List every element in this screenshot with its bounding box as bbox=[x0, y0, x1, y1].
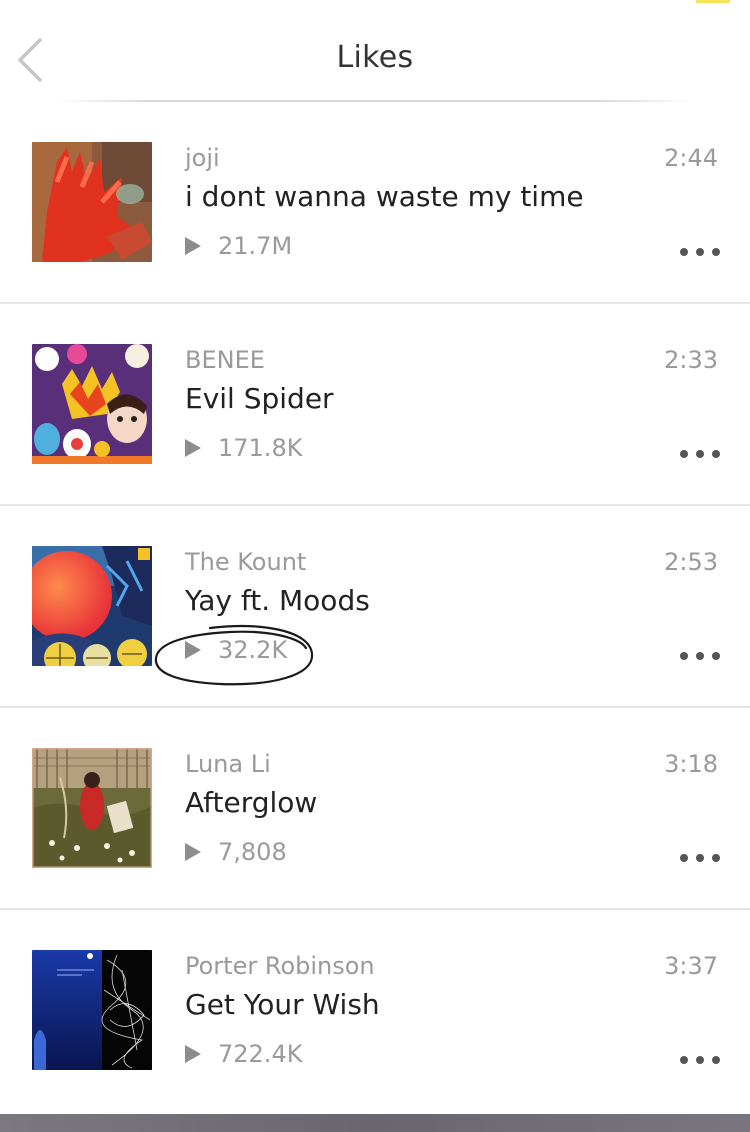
more-options-button[interactable] bbox=[680, 1050, 720, 1070]
track-artist[interactable]: joji bbox=[185, 144, 220, 172]
dot-icon bbox=[696, 854, 704, 862]
track-duration: 2:53 bbox=[664, 548, 718, 576]
track-title[interactable]: Get Your Wish bbox=[185, 988, 380, 1021]
play-icon bbox=[185, 439, 201, 457]
likes-screen: Likes joji i dont wanna waste my time 21… bbox=[0, 0, 750, 1132]
track-duration: 2:44 bbox=[664, 144, 718, 172]
dot-icon bbox=[680, 854, 688, 862]
dot-icon bbox=[696, 248, 704, 256]
dot-icon bbox=[680, 652, 688, 660]
field-portrait-artwork[interactable] bbox=[32, 748, 152, 868]
track-row[interactable]: Luna Li Afterglow 7,808 3:18 bbox=[0, 708, 750, 910]
track-duration: 3:18 bbox=[664, 750, 718, 778]
more-options-button[interactable] bbox=[680, 242, 720, 262]
play-count: 32.2K bbox=[185, 636, 287, 664]
play-count-value: 32.2K bbox=[218, 636, 288, 664]
dot-icon bbox=[680, 248, 688, 256]
track-title[interactable]: i dont wanna waste my time bbox=[185, 180, 584, 213]
play-icon bbox=[185, 237, 201, 255]
track-artist[interactable]: The Kount bbox=[185, 548, 306, 576]
play-count-value: 722.4K bbox=[218, 1040, 303, 1068]
dot-icon bbox=[712, 1056, 720, 1064]
track-title[interactable]: Yay ft. Moods bbox=[185, 584, 370, 617]
more-options-button[interactable] bbox=[680, 444, 720, 464]
more-options-button[interactable] bbox=[680, 646, 720, 666]
play-count-value: 7,808 bbox=[218, 838, 287, 866]
play-count-value: 21.7M bbox=[218, 232, 293, 260]
track-row[interactable]: The Kount Yay ft. Moods 32.2K 2:53 bbox=[0, 506, 750, 708]
track-title[interactable]: Afterglow bbox=[185, 786, 317, 819]
track-artist[interactable]: Porter Robinson bbox=[185, 952, 375, 980]
dot-icon bbox=[696, 450, 704, 458]
play-icon bbox=[185, 843, 201, 861]
bottom-bar bbox=[0, 1114, 750, 1132]
blue-night-artwork[interactable] bbox=[32, 950, 152, 1070]
sunset-collage-artwork[interactable] bbox=[32, 546, 152, 666]
dot-icon bbox=[712, 652, 720, 660]
play-icon bbox=[185, 1045, 201, 1063]
play-count: 722.4K bbox=[185, 1040, 302, 1068]
play-count: 171.8K bbox=[185, 434, 302, 462]
dot-icon bbox=[696, 1056, 704, 1064]
track-row[interactable]: joji i dont wanna waste my time 21.7M 2:… bbox=[0, 102, 750, 304]
dot-icon bbox=[680, 450, 688, 458]
track-duration: 2:33 bbox=[664, 346, 718, 374]
play-count: 7,808 bbox=[185, 838, 287, 866]
track-artist[interactable]: BENEE bbox=[185, 346, 265, 374]
track-duration: 3:37 bbox=[664, 952, 718, 980]
more-options-button[interactable] bbox=[680, 848, 720, 868]
header: Likes bbox=[0, 0, 750, 102]
red-hand-artwork[interactable] bbox=[32, 142, 152, 262]
play-count-value: 171.8K bbox=[218, 434, 303, 462]
dot-icon bbox=[696, 652, 704, 660]
play-count: 21.7M bbox=[185, 232, 292, 260]
colorful-crowd-artwork[interactable] bbox=[32, 344, 152, 464]
track-row[interactable]: Porter Robinson Get Your Wish 722.4K 3:3… bbox=[0, 910, 750, 1112]
track-row[interactable]: BENEE Evil Spider 171.8K 2:33 bbox=[0, 304, 750, 506]
dot-icon bbox=[712, 854, 720, 862]
dot-icon bbox=[712, 248, 720, 256]
track-title[interactable]: Evil Spider bbox=[185, 382, 334, 415]
page-title: Likes bbox=[336, 40, 414, 75]
dot-icon bbox=[680, 1056, 688, 1064]
play-icon bbox=[185, 641, 201, 659]
dot-icon bbox=[712, 450, 720, 458]
track-list: joji i dont wanna waste my time 21.7M 2:… bbox=[0, 102, 750, 1112]
track-artist[interactable]: Luna Li bbox=[185, 750, 271, 778]
